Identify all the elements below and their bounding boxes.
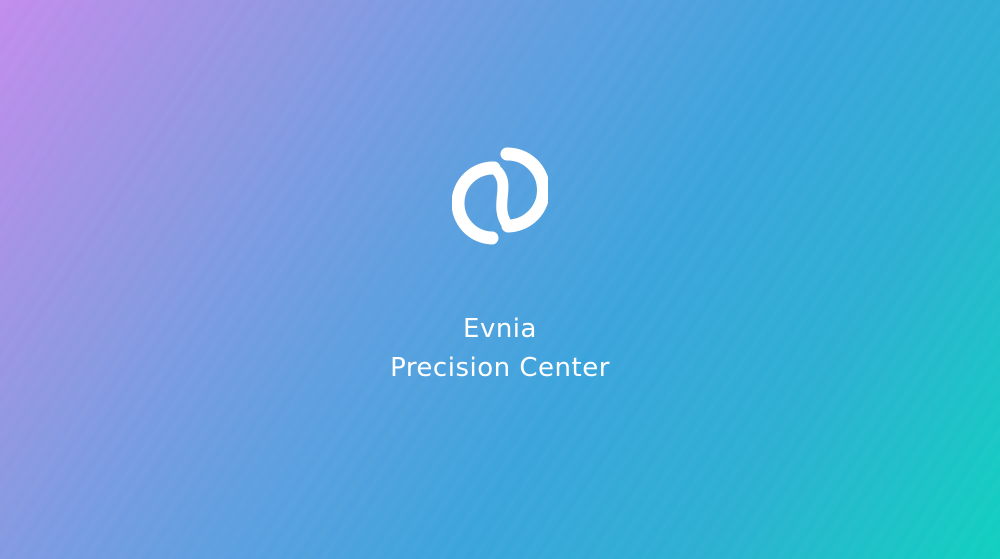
app-name-line1: Evnia (463, 314, 537, 344)
splash-screen: Evnia Precision Center (0, 0, 1000, 559)
background-sheen (0, 0, 1000, 559)
app-name-line2: Precision Center (390, 353, 610, 383)
evnia-logo-icon (452, 147, 548, 245)
